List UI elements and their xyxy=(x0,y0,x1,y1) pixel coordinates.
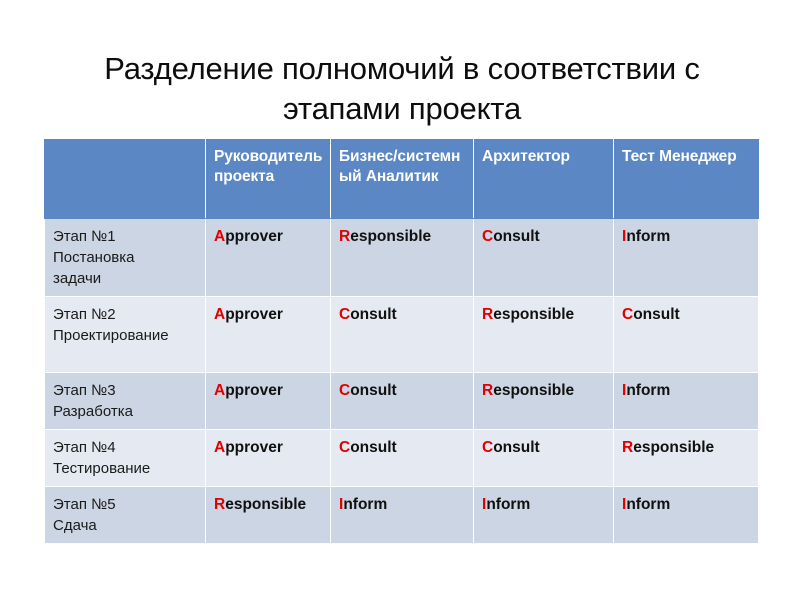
raci-cell: Consult xyxy=(473,429,614,487)
raci-rest: esponsible xyxy=(633,439,715,456)
raci-rest: onsult xyxy=(493,439,540,456)
page-title: Разделение полномочий в соответствии с э… xyxy=(104,50,700,126)
raci-cell: Responsible xyxy=(473,372,614,430)
stage-line: Этап №1 xyxy=(53,228,116,245)
stage-name-cell: Этап №5 Сдача xyxy=(44,486,206,544)
column-header-architect: Архитектор xyxy=(473,139,614,219)
raci-rest: esponsible xyxy=(350,228,432,245)
raci-rest: esponsible xyxy=(493,306,575,323)
raci-cell: Consult xyxy=(330,296,474,373)
raci-cell: Consult xyxy=(473,218,614,297)
raci-rest: pprover xyxy=(225,439,283,456)
raci-cell: Consult xyxy=(330,429,474,487)
stage-line: Сдача xyxy=(53,517,97,534)
raci-initial: R xyxy=(622,439,634,456)
raci-initial: C xyxy=(482,439,494,456)
raci-rest: onsult xyxy=(633,306,680,323)
raci-rest: pprover xyxy=(225,306,283,323)
raci-cell: Inform xyxy=(613,372,759,430)
raci-cell: Responsible xyxy=(330,218,474,297)
stage-name-cell: Этап №3 Разработка xyxy=(44,372,206,430)
raci-cell: Approver xyxy=(205,296,331,373)
raci-initial: R xyxy=(482,382,494,399)
raci-initial: A xyxy=(214,228,226,245)
raci-rest: nform xyxy=(343,496,388,513)
raci-cell: Inform xyxy=(613,218,759,297)
raci-rest: esponsible xyxy=(493,382,575,399)
raci-rest: onsult xyxy=(350,306,397,323)
table-header-row: Руководитель проекта Бизнес/системный Ан… xyxy=(44,139,759,219)
table-row: Этап №5 Сдача Responsible Inform Inform … xyxy=(44,486,759,544)
raci-initial: A xyxy=(214,382,226,399)
raci-cell: Approver xyxy=(205,372,331,430)
stage-line: Этап №4 xyxy=(53,439,116,456)
raci-initial: R xyxy=(214,496,226,513)
stage-line: Проектирование xyxy=(53,327,169,344)
stage-line: Этап №5 xyxy=(53,496,116,513)
raci-initial: C xyxy=(482,228,494,245)
raci-rest: onsult xyxy=(350,439,397,456)
raci-matrix-table: Руководитель проекта Бизнес/системный Ан… xyxy=(44,139,759,544)
stage-line: Разработка xyxy=(53,403,133,420)
raci-initial: A xyxy=(214,306,226,323)
stage-line: Этап №3 xyxy=(53,382,116,399)
raci-rest: nform xyxy=(626,228,671,245)
raci-cell: Responsible xyxy=(205,486,331,544)
raci-cell: Responsible xyxy=(613,429,759,487)
stage-name-cell: Этап №2 Проектирование xyxy=(44,296,206,373)
raci-rest: onsult xyxy=(493,228,540,245)
raci-rest: pprover xyxy=(225,228,283,245)
stage-line: Постановка xyxy=(53,249,135,266)
raci-rest: pprover xyxy=(225,382,283,399)
column-header-business-analyst: Бизнес/системный Аналитик xyxy=(330,139,474,219)
raci-initial: C xyxy=(339,306,351,323)
column-header-project-manager: Руководитель проекта xyxy=(205,139,331,219)
raci-rest: nform xyxy=(626,496,671,513)
raci-initial: R xyxy=(339,228,351,245)
raci-cell: Inform xyxy=(473,486,614,544)
stage-line: Этап №2 xyxy=(53,306,116,323)
raci-cell: Consult xyxy=(330,372,474,430)
raci-rest: esponsible xyxy=(225,496,307,513)
raci-cell: Inform xyxy=(613,486,759,544)
raci-initial: A xyxy=(214,439,226,456)
raci-rest: onsult xyxy=(350,382,397,399)
raci-initial: R xyxy=(482,306,494,323)
raci-cell: Responsible xyxy=(473,296,614,373)
slide-canvas: Разделение полномочий в соответствии с э… xyxy=(0,0,800,600)
table-row: Этап №2 Проектирование Approver Consult … xyxy=(44,296,759,373)
table-row: Этап №4 Тестирование Approver Consult Co… xyxy=(44,429,759,487)
raci-rest: nform xyxy=(626,382,671,399)
stage-line: задачи xyxy=(53,270,102,287)
table-row: Этап №1 Постановка задачи Approver Respo… xyxy=(44,218,759,297)
raci-initial: C xyxy=(339,439,351,456)
raci-cell: Consult xyxy=(613,296,759,373)
stage-name-cell: Этап №1 Постановка задачи xyxy=(44,218,206,297)
table-body: Этап №1 Постановка задачи Approver Respo… xyxy=(44,218,759,544)
table-header: Руководитель проекта Бизнес/системный Ан… xyxy=(44,139,759,219)
raci-cell: Approver xyxy=(205,429,331,487)
table-row: Этап №3 Разработка Approver Consult Resp… xyxy=(44,372,759,430)
raci-cell: Inform xyxy=(330,486,474,544)
raci-rest: nform xyxy=(486,496,531,513)
raci-initial: C xyxy=(622,306,634,323)
stage-name-cell: Этап №4 Тестирование xyxy=(44,429,206,487)
column-header-test-manager: Тест Менеджер xyxy=(613,139,759,219)
column-header-stage xyxy=(44,139,206,219)
raci-cell: Approver xyxy=(205,218,331,297)
raci-initial: C xyxy=(339,382,351,399)
stage-line: Тестирование xyxy=(53,460,151,477)
